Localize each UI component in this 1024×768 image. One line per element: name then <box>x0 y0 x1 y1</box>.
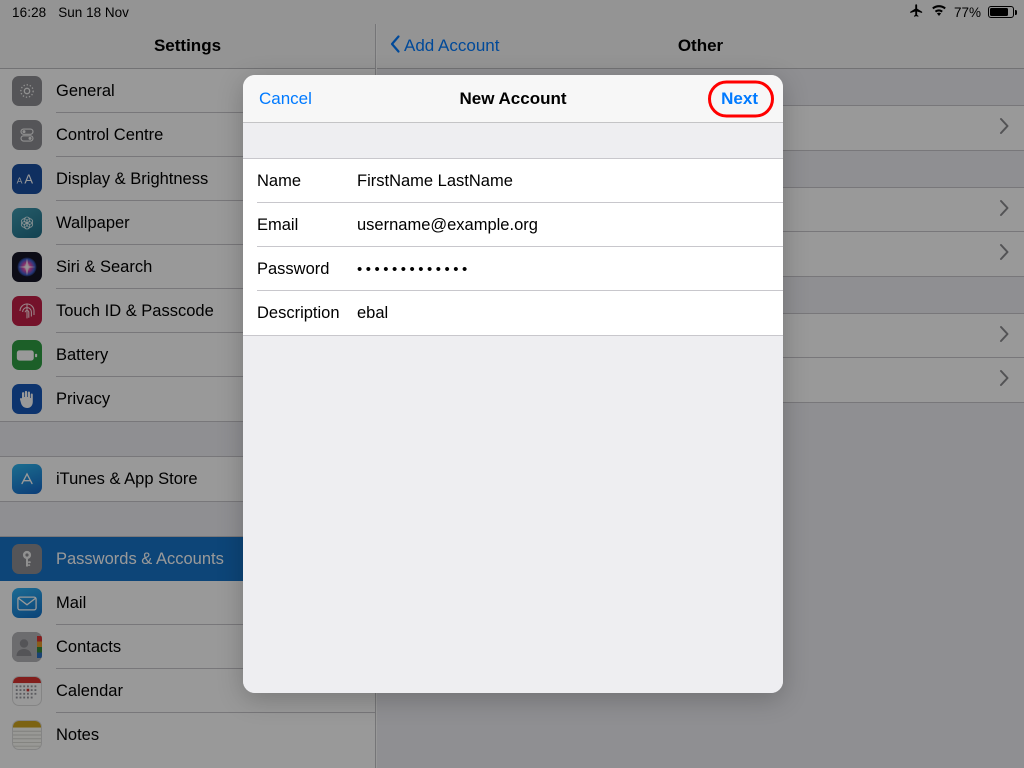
next-button[interactable]: Next <box>708 84 771 114</box>
name-field[interactable]: FirstName LastName <box>357 172 513 191</box>
description-label: Description <box>257 304 357 323</box>
form-row-name[interactable]: Name FirstName LastName <box>243 159 783 203</box>
cancel-button[interactable]: Cancel <box>259 89 312 109</box>
form-row-email[interactable]: Email username@example.org <box>243 203 783 247</box>
password-field[interactable]: ••••••••••••• <box>357 261 471 278</box>
description-field[interactable]: ebal <box>357 304 388 323</box>
name-label: Name <box>257 172 357 191</box>
ipad-settings-screen: 16:28 Sun 18 Nov 77% Settings <box>0 0 1024 768</box>
password-label: Password <box>257 260 357 279</box>
email-label: Email <box>257 216 357 235</box>
account-form: Name FirstName LastName Email username@e… <box>243 158 783 336</box>
email-field[interactable]: username@example.org <box>357 216 538 235</box>
modal-body: Name FirstName LastName Email username@e… <box>243 123 783 693</box>
modal-title: New Account <box>243 89 783 109</box>
form-row-description[interactable]: Description ebal <box>243 291 783 335</box>
modal-header: Cancel New Account Next <box>243 75 783 123</box>
new-account-modal: Cancel New Account Next Name FirstName L… <box>243 75 783 693</box>
form-row-password[interactable]: Password ••••••••••••• <box>243 247 783 291</box>
next-button-wrap: Next <box>708 84 771 114</box>
